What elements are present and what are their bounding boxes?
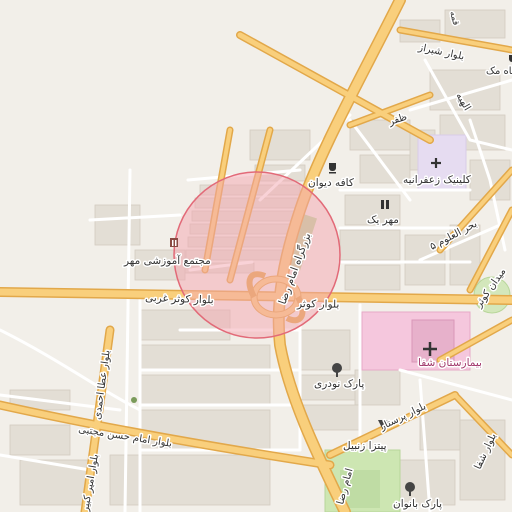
label-mah-mak: ماه مک xyxy=(486,66,512,77)
label-mehr-yak: مهر یک xyxy=(367,214,399,226)
label-hospital: بیمارستان شفا xyxy=(418,357,482,369)
label-clinic: کلینیک زعفرانیه xyxy=(403,174,471,186)
label-park-banovan: پارک بانوان xyxy=(393,498,442,510)
tree-small-icon xyxy=(131,397,137,403)
poi-complex-mehr-icon[interactable] xyxy=(170,238,178,247)
label-complex-mehr: مجتمع آموزشی مهر xyxy=(123,254,211,267)
label-kowsar: بلوار کوثر xyxy=(296,298,339,311)
label-kowsar-west: بلوار کوثر غربی xyxy=(145,292,214,306)
label-park-nowdari: پارک نودری xyxy=(314,378,364,390)
label-pizza: پیتزا زنبیل xyxy=(343,440,387,452)
label-cafe-divan: کافه دیوان xyxy=(308,177,354,189)
map-canvas[interactable]: بلوار کوثر غربی بلوار کوثر بزرگراه امام … xyxy=(0,0,512,512)
